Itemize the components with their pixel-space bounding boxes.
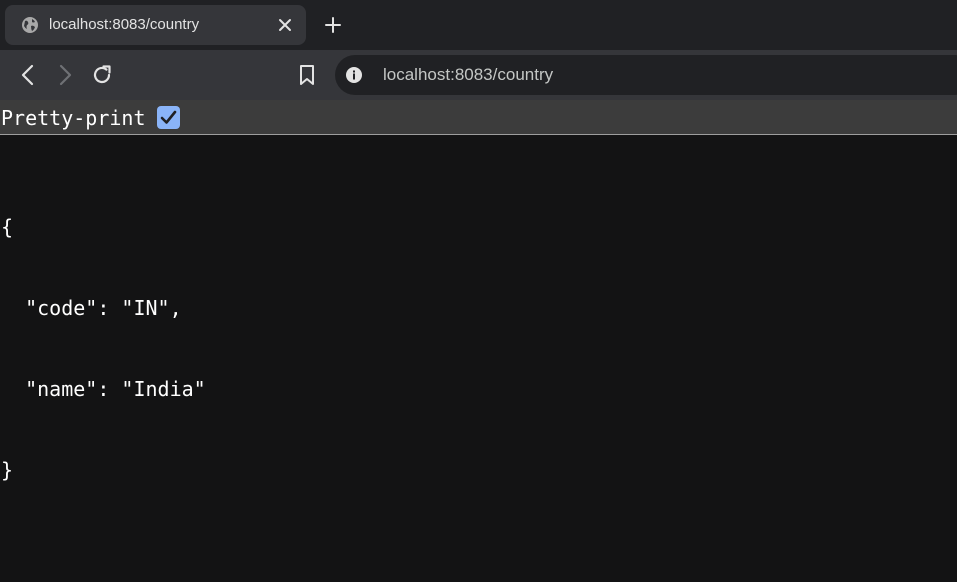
json-line-name: "name": "India" xyxy=(1,377,206,401)
chevron-right-icon[interactable] xyxy=(52,62,78,88)
info-icon[interactable] xyxy=(345,66,363,84)
pretty-print-bar: Pretty-print xyxy=(0,100,957,135)
globe-icon xyxy=(22,17,38,33)
tab-strip: localhost:8083/country xyxy=(0,0,957,50)
bookmark-icon[interactable] xyxy=(294,62,320,88)
url-text[interactable]: localhost:8083/country xyxy=(383,66,553,84)
reload-icon[interactable] xyxy=(89,62,115,88)
browser-tab[interactable]: localhost:8083/country xyxy=(5,5,306,45)
json-close-brace: } xyxy=(1,458,14,482)
tab-title: localhost:8083/country xyxy=(49,16,200,33)
json-viewer: { "code": "IN", "name": "India" } xyxy=(1,160,206,511)
json-open-brace: { xyxy=(1,215,14,239)
browser-toolbar: localhost:8083/country xyxy=(0,50,957,100)
pretty-print-checkbox[interactable] xyxy=(157,106,180,129)
close-icon[interactable] xyxy=(276,16,294,34)
address-bar[interactable]: localhost:8083/country xyxy=(335,55,957,95)
pretty-print-label: Pretty-print xyxy=(1,106,146,130)
json-line-code: "code": "IN", xyxy=(1,296,182,320)
plus-icon[interactable] xyxy=(322,14,344,36)
checkmark-icon xyxy=(160,110,177,124)
chevron-left-icon[interactable] xyxy=(15,62,41,88)
